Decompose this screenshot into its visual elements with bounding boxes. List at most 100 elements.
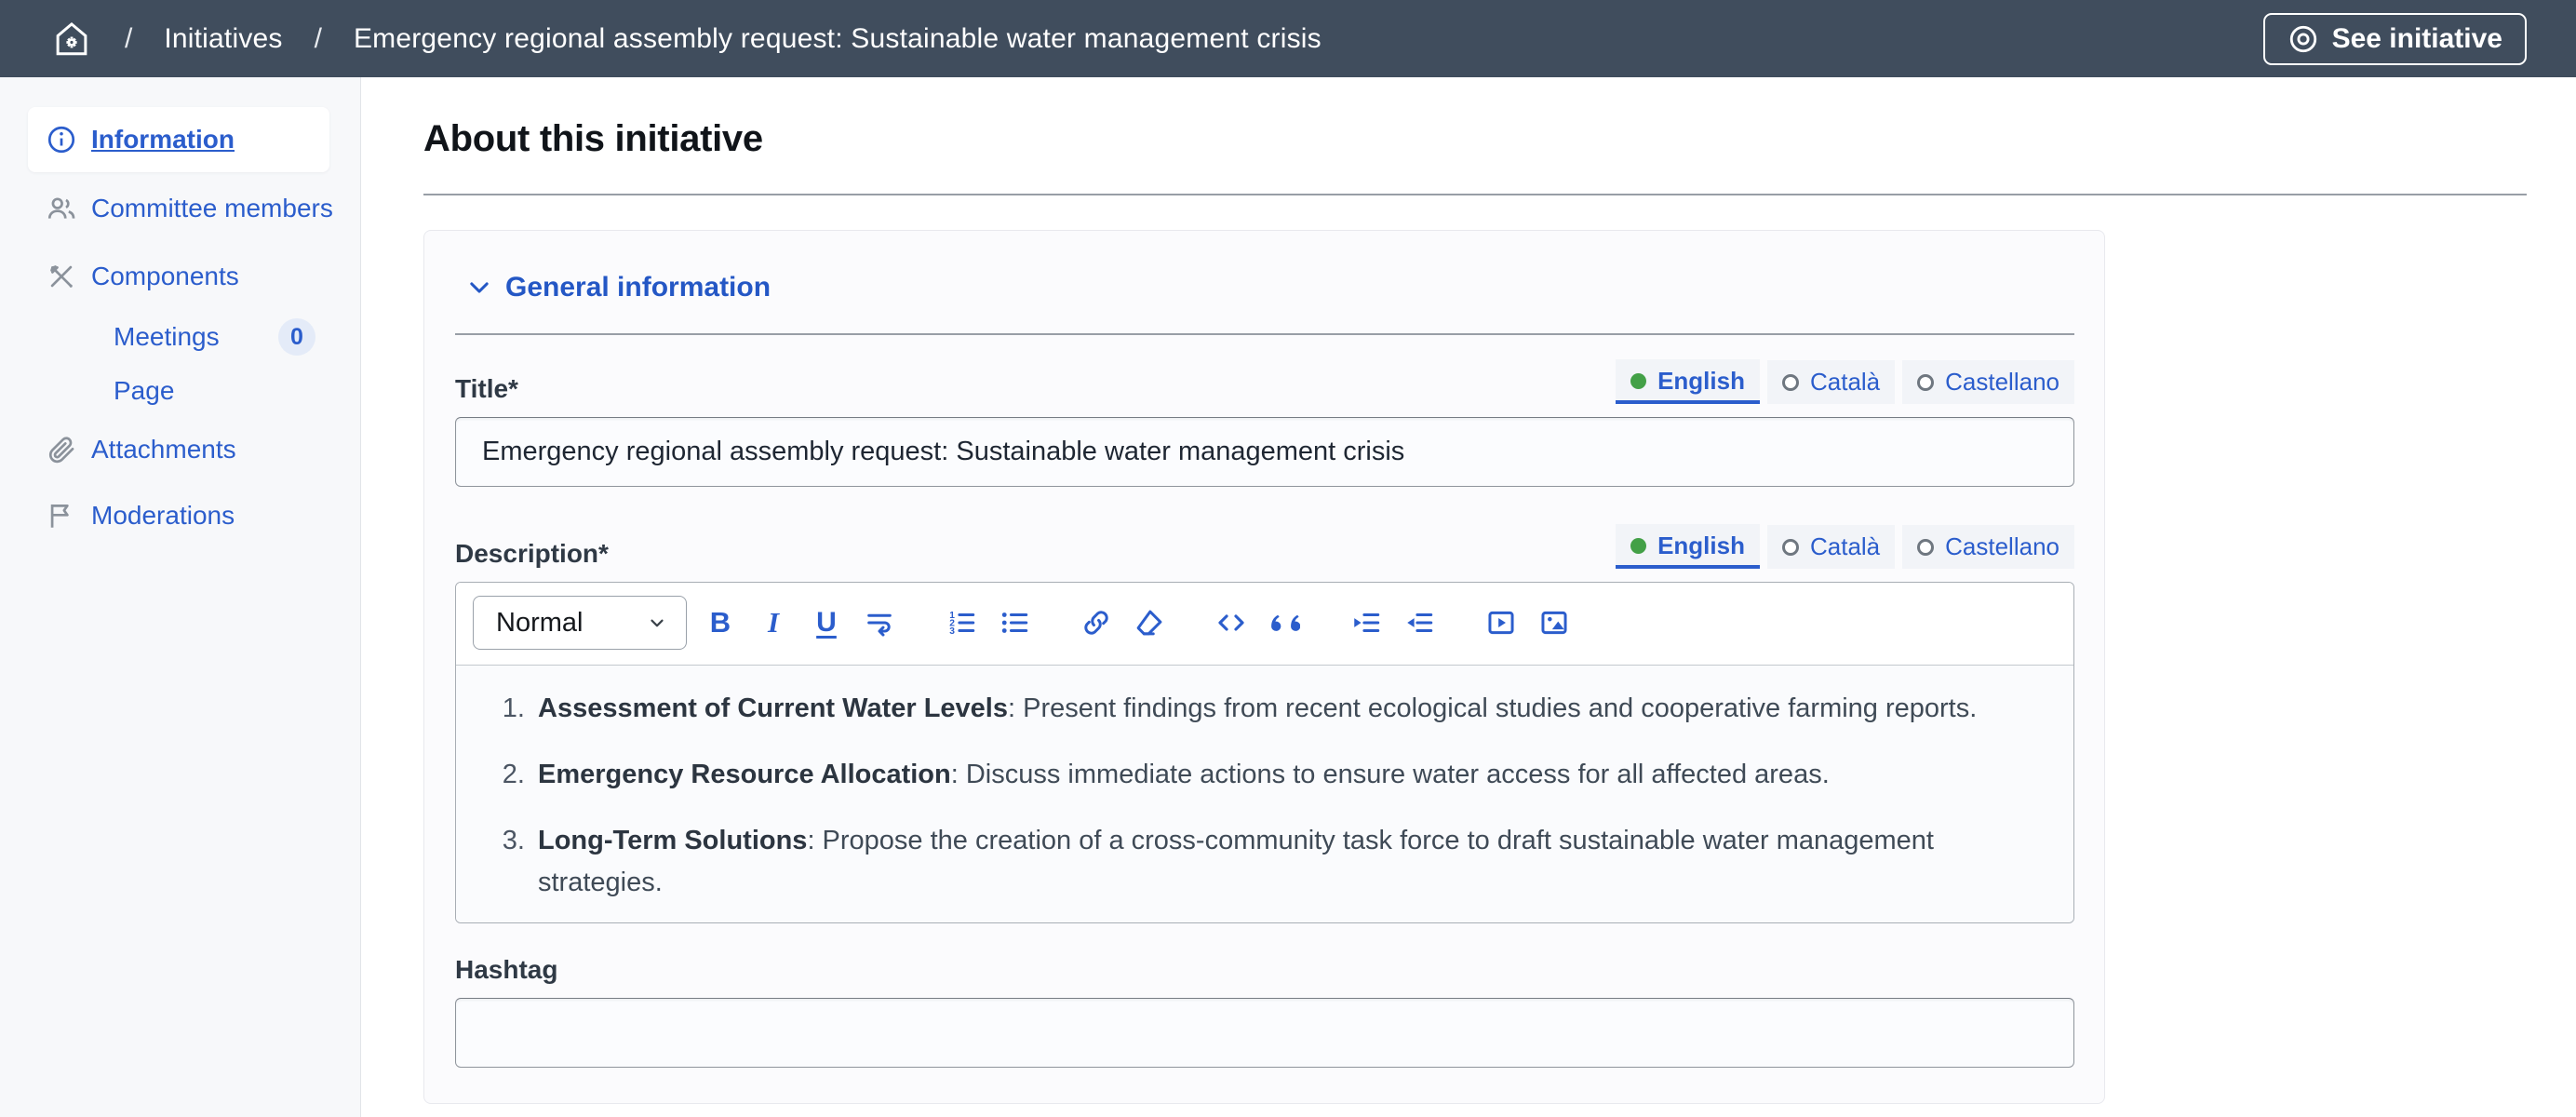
title-language-tabs: English Català Castellano: [1616, 359, 2074, 404]
chevron-down-icon: [466, 275, 492, 301]
sidebar-item-committee-members[interactable]: Committee members: [0, 178, 360, 239]
page-title: About this initiative: [423, 118, 2527, 160]
description-language-tabs: English Català Castellano: [1616, 524, 2074, 569]
breadcrumb-separator: /: [125, 23, 132, 55]
language-tab-castellano[interactable]: Castellano: [1902, 525, 2074, 569]
breadcrumb-current-page: Emergency regional assembly request: Sus…: [354, 23, 1322, 55]
information-icon: [45, 123, 78, 156]
bold-icon: B: [710, 606, 731, 639]
video-button[interactable]: [1479, 600, 1523, 645]
indent-increase-button[interactable]: [1344, 600, 1389, 645]
flag-icon: [45, 499, 78, 532]
hashtag-input[interactable]: [455, 998, 2074, 1068]
language-tab-label: English: [1657, 532, 1745, 560]
editor-content[interactable]: Assessment of Current Water Levels: Pres…: [456, 665, 2073, 922]
empty-language-radio-icon: [1917, 539, 1934, 556]
underline-icon: U: [816, 607, 837, 639]
language-tab-catala[interactable]: Català: [1767, 525, 1895, 569]
blockquote-icon: [1268, 607, 1300, 639]
paperclip-icon: [45, 433, 78, 466]
ordered-list-button[interactable]: 123: [939, 600, 984, 645]
top-bar: / Initiatives / Emergency regional assem…: [0, 0, 2576, 77]
language-tab-catala[interactable]: Català: [1767, 360, 1895, 404]
unordered-list-button[interactable]: [992, 600, 1037, 645]
sidebar-item-label: Moderations: [91, 501, 235, 531]
breadcrumb-initiatives[interactable]: Initiatives: [164, 23, 282, 55]
indent-decrease-button[interactable]: [1397, 600, 1442, 645]
editor-toolbar: Normal B I U: [456, 583, 2073, 665]
format-selector-value: Normal: [496, 608, 583, 639]
ordered-list-icon: 123: [946, 607, 977, 639]
unordered-list-icon: [999, 607, 1030, 639]
sidebar-item-information[interactable]: Information: [28, 107, 329, 172]
language-tab-label: English: [1657, 367, 1745, 396]
meetings-count-badge: 0: [278, 318, 315, 356]
italic-button[interactable]: I: [751, 600, 796, 645]
breadcrumb-separator: /: [315, 23, 322, 55]
tools-icon: [45, 260, 78, 293]
language-tab-label: Castellano: [1945, 368, 2059, 397]
indent-increase-icon: [1350, 607, 1382, 639]
indent-decrease-icon: [1403, 607, 1435, 639]
italic-icon: I: [768, 606, 779, 639]
sidebar-item-attachments[interactable]: Attachments: [0, 419, 360, 480]
sidebar-item-moderations[interactable]: Moderations: [0, 485, 360, 546]
list-item: Assessment of Current Water Levels: Pres…: [532, 688, 2036, 730]
filled-language-dot-icon: [1630, 373, 1646, 389]
line-break-icon: [864, 607, 895, 639]
heading-divider: [423, 194, 2527, 195]
format-selector[interactable]: Normal: [473, 596, 687, 650]
image-icon: [1538, 607, 1570, 639]
language-tab-english[interactable]: English: [1616, 524, 1760, 569]
users-icon: [45, 192, 78, 225]
sidebar-item-meetings[interactable]: Meetings 0: [0, 309, 360, 365]
home-icon[interactable]: [52, 19, 93, 60]
sidebar-item-label: Attachments: [91, 435, 236, 464]
section-title: General information: [505, 272, 771, 303]
description-rich-text-editor: Normal B I U: [455, 582, 2074, 923]
underline-button[interactable]: U: [804, 600, 849, 645]
language-tab-english[interactable]: English: [1616, 359, 1760, 404]
section-divider: [455, 333, 2074, 335]
language-tab-label: Castellano: [1945, 532, 2059, 561]
description-field-label: Description*: [455, 539, 609, 569]
line-break-button[interactable]: [857, 600, 902, 645]
language-tab-castellano[interactable]: Castellano: [1902, 360, 2074, 404]
link-icon: [1080, 607, 1112, 639]
see-initiative-button[interactable]: See initiative: [2263, 13, 2527, 65]
list-item-lead: Assessment of Current Water Levels: [538, 693, 1008, 723]
list-item-text: : Discuss immediate actions to ensure wa…: [951, 760, 1830, 789]
list-item: Long-Term Solutions: Propose the creatio…: [532, 820, 2036, 904]
list-item-lead: Long-Term Solutions: [538, 826, 807, 855]
title-field-label: Title*: [455, 374, 518, 404]
language-tab-label: Català: [1810, 368, 1880, 397]
clear-format-button[interactable]: [1127, 600, 1172, 645]
title-input[interactable]: [455, 417, 2074, 487]
code-view-icon: [1215, 607, 1247, 639]
sidebar-item-label: Meetings: [114, 322, 220, 352]
sidebar: Information Committee members: [0, 77, 361, 1117]
empty-language-radio-icon: [1917, 374, 1934, 391]
eye-icon: [2288, 23, 2319, 55]
link-button[interactable]: [1074, 600, 1119, 645]
sidebar-item-label: Committee members: [91, 194, 333, 223]
filled-language-dot-icon: [1630, 538, 1646, 554]
bold-button[interactable]: B: [698, 600, 743, 645]
main-content: About this initiative General informatio…: [361, 77, 2576, 1117]
list-item-text: : Present findings from recent ecologica…: [1008, 693, 1977, 723]
see-initiative-label: See initiative: [2332, 23, 2502, 55]
description-ordered-list: Assessment of Current Water Levels: Pres…: [456, 688, 2036, 904]
image-button[interactable]: [1532, 600, 1576, 645]
sidebar-item-label: Information: [91, 125, 235, 155]
sidebar-item-components[interactable]: Components: [0, 246, 360, 307]
blockquote-button[interactable]: [1262, 600, 1307, 645]
hashtag-field-label: Hashtag: [455, 955, 2074, 985]
empty-language-radio-icon: [1782, 539, 1799, 556]
general-information-card: General information Title* English Catal…: [423, 230, 2105, 1104]
sidebar-item-page[interactable]: Page: [0, 365, 360, 417]
sidebar-item-label: Page: [114, 376, 174, 406]
code-view-button[interactable]: [1209, 600, 1254, 645]
list-item: Emergency Resource Allocation: Discuss i…: [532, 754, 2036, 796]
empty-language-radio-icon: [1782, 374, 1799, 391]
general-information-toggle[interactable]: General information: [466, 272, 2074, 303]
